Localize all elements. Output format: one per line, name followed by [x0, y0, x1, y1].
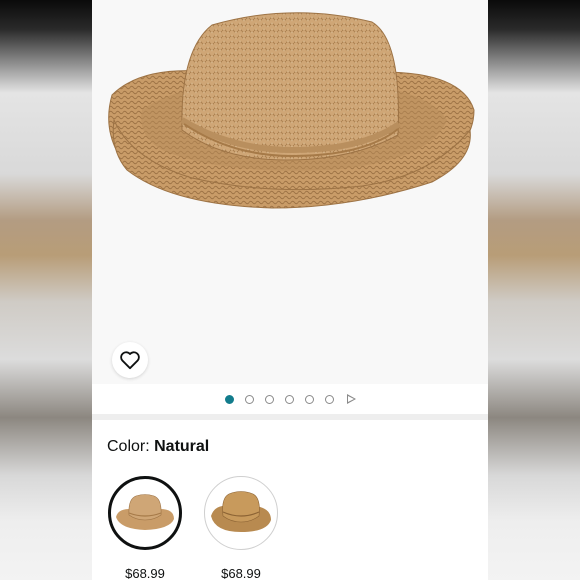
color-label-prefix: Color:: [107, 438, 155, 455]
product-image-area[interactable]: [92, 0, 488, 384]
color-value: Natural: [154, 438, 210, 455]
carousel-dot-4[interactable]: [284, 394, 294, 404]
variant-price: $68.99: [221, 566, 261, 581]
color-swatch-alternate[interactable]: [204, 476, 278, 550]
carousel-dot-5[interactable]: [304, 394, 314, 404]
color-label: Color: Natural: [107, 438, 209, 456]
section-divider: [92, 414, 488, 420]
variant-price: $68.99: [125, 566, 165, 581]
carousel-dot-2[interactable]: [244, 394, 254, 404]
play-icon[interactable]: [346, 394, 356, 404]
wishlist-button[interactable]: [112, 342, 148, 378]
product-screen: Color: Natural $68.99 $68.99: [92, 0, 488, 581]
color-swatch-natural[interactable]: [108, 476, 182, 550]
blurred-background-left: [0, 0, 92, 580]
swatch-hat-image: [116, 494, 174, 530]
product-image-straw-hat: [108, 12, 475, 209]
heart-icon: [120, 351, 140, 370]
swatch-hat-image: [211, 491, 271, 532]
carousel-dot-3[interactable]: [264, 394, 274, 404]
carousel-dot-6[interactable]: [324, 394, 334, 404]
blurred-background-right: [488, 0, 580, 580]
carousel-indicator: [92, 384, 488, 414]
carousel-dot-1[interactable]: [224, 394, 234, 404]
